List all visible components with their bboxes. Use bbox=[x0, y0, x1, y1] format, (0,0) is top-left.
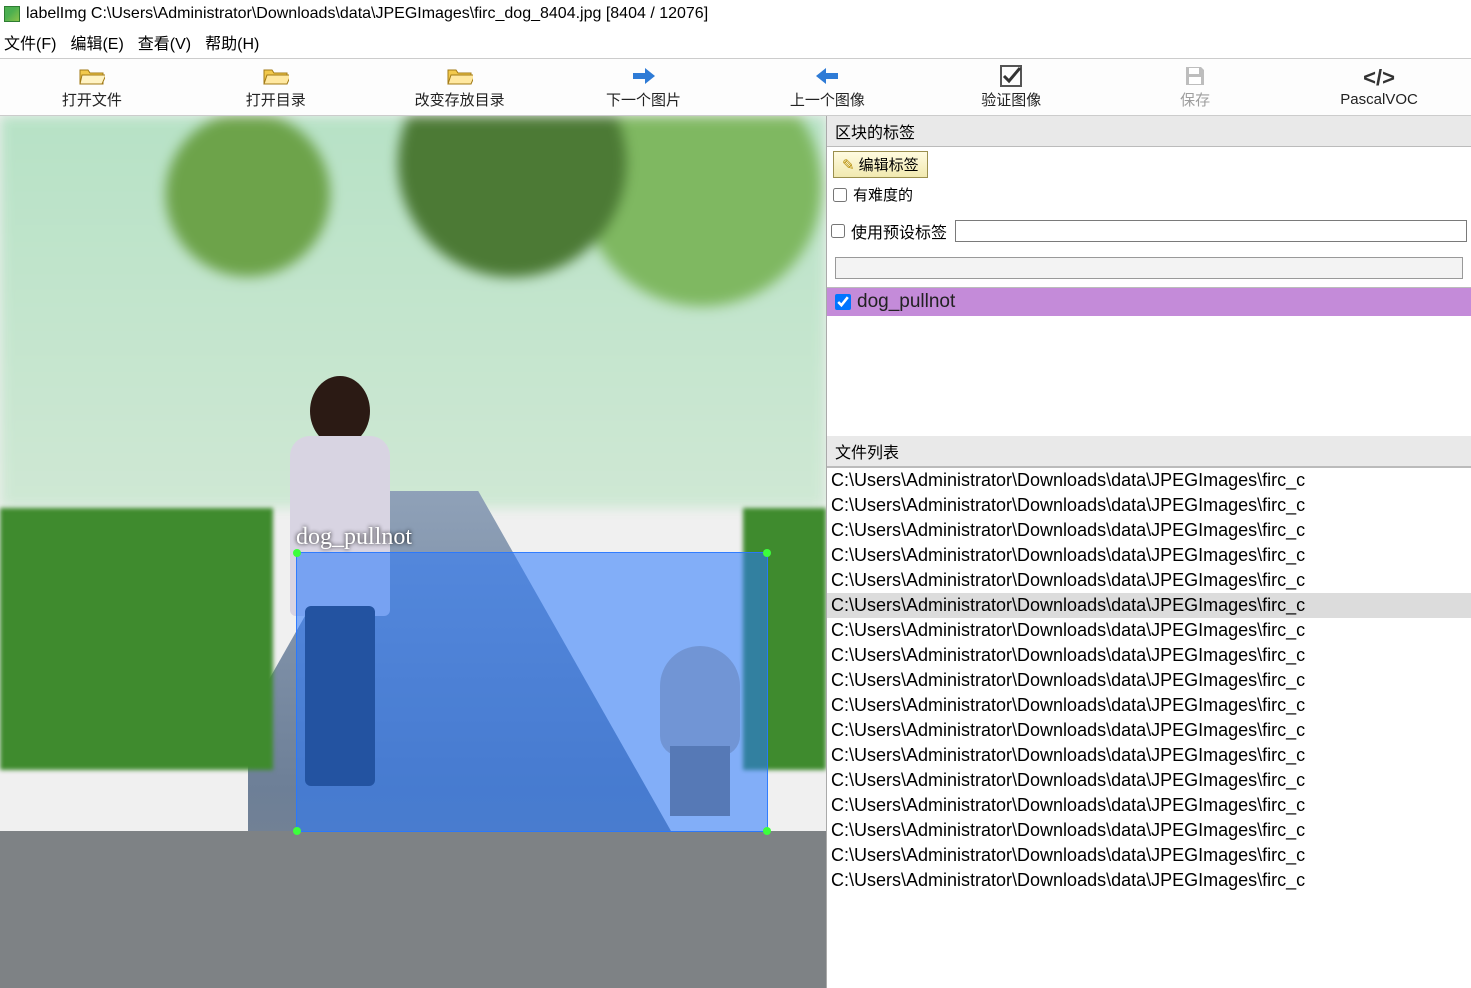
open-dir-label: 打开目录 bbox=[246, 89, 306, 110]
file-list-item[interactable]: C:\Users\Administrator\Downloads\data\JP… bbox=[827, 793, 1471, 818]
main-area: dog_pullnot 区块的标签 ✎ 编辑标签 有难度的 使用预设标签 bbox=[0, 116, 1471, 988]
file-list-item[interactable]: C:\Users\Administrator\Downloads\data\JP… bbox=[827, 693, 1471, 718]
bbox-handle-br[interactable] bbox=[763, 827, 771, 835]
label-item-checkbox[interactable] bbox=[835, 294, 851, 310]
arrow-left-icon bbox=[814, 65, 840, 87]
label-list-item[interactable]: dog_pullnot bbox=[827, 288, 1471, 316]
open-dir-button[interactable]: 打开目录 bbox=[184, 59, 368, 115]
floppy-icon bbox=[1184, 65, 1206, 87]
use-default-label-text: 使用预设标签 bbox=[851, 219, 947, 243]
verify-image-button[interactable]: 验证图像 bbox=[919, 59, 1103, 115]
label-list-empty bbox=[827, 316, 1471, 436]
app-icon bbox=[4, 6, 20, 22]
label-item-text: dog_pullnot bbox=[857, 291, 955, 313]
next-image-label: 下一个图片 bbox=[606, 89, 681, 110]
file-list-item[interactable]: C:\Users\Administrator\Downloads\data\JP… bbox=[827, 718, 1471, 743]
format-button[interactable]: </> PascalVOC bbox=[1287, 59, 1471, 115]
folder-open-icon bbox=[263, 65, 289, 87]
format-label: PascalVOC bbox=[1340, 91, 1418, 108]
verify-image-label: 验证图像 bbox=[981, 89, 1041, 110]
pencil-icon: ✎ bbox=[842, 156, 855, 174]
arrow-right-icon bbox=[631, 65, 657, 87]
file-list: C:\Users\Administrator\Downloads\data\JP… bbox=[827, 467, 1471, 988]
file-list-item[interactable]: C:\Users\Administrator\Downloads\data\JP… bbox=[827, 818, 1471, 843]
file-list-header: 文件列表 bbox=[827, 436, 1471, 467]
side-panels: 区块的标签 ✎ 编辑标签 有难度的 使用预设标签 dog_pullnot bbox=[827, 116, 1471, 988]
change-save-dir-label: 改变存放目录 bbox=[415, 89, 505, 110]
file-list-item[interactable]: C:\Users\Administrator\Downloads\data\JP… bbox=[827, 568, 1471, 593]
folder-icon bbox=[79, 65, 105, 87]
file-list-item[interactable]: C:\Users\Administrator\Downloads\data\JP… bbox=[827, 743, 1471, 768]
folder-save-icon bbox=[447, 65, 473, 87]
image-canvas[interactable]: dog_pullnot bbox=[0, 116, 827, 988]
file-list-item[interactable]: C:\Users\Administrator\Downloads\data\JP… bbox=[827, 843, 1471, 868]
menu-file[interactable]: 文件(F) bbox=[4, 30, 56, 54]
edit-label-button[interactable]: ✎ 编辑标签 bbox=[833, 151, 928, 178]
file-list-item[interactable]: C:\Users\Administrator\Downloads\data\JP… bbox=[827, 593, 1471, 618]
edit-label-text: 编辑标签 bbox=[859, 154, 919, 175]
open-file-button[interactable]: 打开文件 bbox=[0, 59, 184, 115]
menu-bar: 文件(F) 编辑(E) 查看(V) 帮助(H) bbox=[0, 28, 1471, 58]
title-bar: labelImg C:\Users\Administrator\Download… bbox=[0, 0, 1471, 28]
menu-edit[interactable]: 编辑(E) bbox=[70, 30, 123, 54]
file-list-item[interactable]: C:\Users\Administrator\Downloads\data\JP… bbox=[827, 468, 1471, 493]
label-search-field[interactable] bbox=[835, 257, 1463, 279]
prev-image-label: 上一个图像 bbox=[790, 89, 865, 110]
bbox-handle-bl[interactable] bbox=[293, 827, 301, 835]
toolbar: 打开文件 打开目录 改变存放目录 下一个图片 上一个图像 验证图像 保存 bbox=[0, 58, 1471, 116]
file-list-item[interactable]: C:\Users\Administrator\Downloads\data\JP… bbox=[827, 543, 1471, 568]
difficult-label: 有难度的 bbox=[853, 184, 913, 205]
bounding-box[interactable] bbox=[296, 552, 768, 832]
difficult-checkbox[interactable] bbox=[833, 188, 847, 202]
difficult-checkbox-row[interactable]: 有难度的 bbox=[833, 184, 1465, 205]
save-button: 保存 bbox=[1103, 59, 1287, 115]
file-list-item[interactable]: C:\Users\Administrator\Downloads\data\JP… bbox=[827, 493, 1471, 518]
use-default-label-row[interactable]: 使用预设标签 bbox=[831, 219, 947, 243]
check-box-icon bbox=[1000, 65, 1022, 87]
file-list-item[interactable]: C:\Users\Administrator\Downloads\data\JP… bbox=[827, 518, 1471, 543]
open-file-label: 打开文件 bbox=[62, 89, 122, 110]
file-list-item[interactable]: C:\Users\Administrator\Downloads\data\JP… bbox=[827, 868, 1471, 893]
change-save-dir-button[interactable]: 改变存放目录 bbox=[368, 59, 552, 115]
save-label: 保存 bbox=[1180, 89, 1210, 110]
label-list: dog_pullnot bbox=[827, 287, 1471, 316]
code-icon: </> bbox=[1363, 67, 1395, 89]
default-label-input[interactable] bbox=[955, 220, 1467, 242]
menu-help[interactable]: 帮助(H) bbox=[205, 30, 259, 54]
bbox-handle-tr[interactable] bbox=[763, 549, 771, 557]
file-list-item[interactable]: C:\Users\Administrator\Downloads\data\JP… bbox=[827, 668, 1471, 693]
next-image-button[interactable]: 下一个图片 bbox=[552, 59, 736, 115]
file-list-item[interactable]: C:\Users\Administrator\Downloads\data\JP… bbox=[827, 768, 1471, 793]
prev-image-button[interactable]: 上一个图像 bbox=[736, 59, 920, 115]
file-list-item[interactable]: C:\Users\Administrator\Downloads\data\JP… bbox=[827, 618, 1471, 643]
file-list-item[interactable]: C:\Users\Administrator\Downloads\data\JP… bbox=[827, 643, 1471, 668]
window-title: labelImg C:\Users\Administrator\Download… bbox=[26, 5, 708, 23]
menu-view[interactable]: 查看(V) bbox=[138, 30, 191, 54]
box-labels-header: 区块的标签 bbox=[827, 116, 1471, 147]
bbox-handle-tl[interactable] bbox=[293, 549, 301, 557]
use-default-label-checkbox[interactable] bbox=[831, 224, 845, 238]
bbox-label-text: dog_pullnot bbox=[296, 524, 412, 551]
